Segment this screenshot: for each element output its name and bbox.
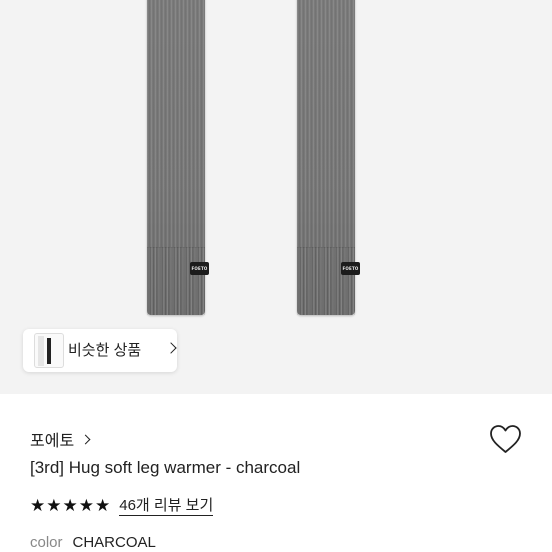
- star-icon: ★: [30, 496, 46, 515]
- star-icon: ★: [46, 496, 62, 515]
- brand-tag: FOETO: [190, 262, 209, 275]
- warmer-cuff: [297, 247, 355, 315]
- similar-products-label: 비슷한 상품: [68, 342, 142, 359]
- product-info: 포에토 [3rd] Hug soft leg warmer - charcoal…: [0, 394, 552, 552]
- brand-tag: FOETO: [341, 262, 360, 275]
- star-icon: ★: [62, 496, 78, 515]
- heart-icon[interactable]: [489, 424, 522, 454]
- star-icon: ★: [95, 496, 111, 515]
- star-icon: ★: [78, 496, 94, 515]
- product-title: [3rd] Hug soft leg warmer - charcoal: [30, 458, 301, 477]
- rating-row: ★ ★ ★ ★ ★ 46개 리뷰 보기: [30, 496, 214, 516]
- similar-thumbnail: [34, 333, 64, 368]
- similar-products-button[interactable]: 비슷한 상품: [23, 329, 177, 372]
- chevron-right-icon: [80, 434, 91, 444]
- chevron-right-icon: [165, 342, 177, 354]
- reviews-link[interactable]: 46개 리뷰 보기: [119, 497, 214, 516]
- product-image[interactable]: FOETO FOETO 비슷한 상품: [0, 0, 552, 394]
- star-rating: ★ ★ ★ ★ ★: [30, 496, 111, 516]
- leg-warmer-left: FOETO: [147, 0, 209, 315]
- color-option: color CHARCOAL: [30, 534, 156, 551]
- color-label: color: [30, 534, 63, 551]
- brand-name: 포에토: [30, 433, 75, 450]
- leg-warmer-right: FOETO: [297, 0, 360, 315]
- color-value: CHARCOAL: [72, 534, 156, 551]
- warmer-cuff: [147, 247, 205, 315]
- brand-link[interactable]: 포에토: [30, 427, 91, 451]
